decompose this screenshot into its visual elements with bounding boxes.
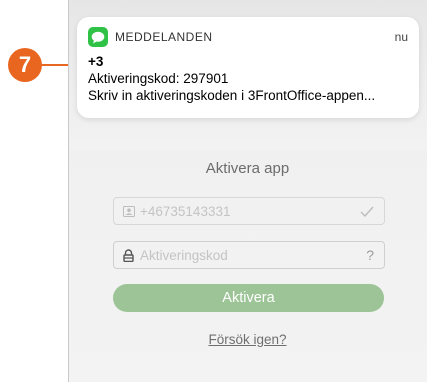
notification-time: nu bbox=[394, 30, 408, 44]
retry-link[interactable]: Försök igen? bbox=[68, 332, 427, 347]
screenshot-stage: 7 MEDDELANDEN nu +3 Aktiveringskod: 2979… bbox=[0, 0, 427, 382]
activate-button[interactable]: Aktivera bbox=[113, 284, 384, 312]
activation-code-placeholder: Aktiveringskod bbox=[140, 247, 228, 263]
activation-code-field[interactable]: Aktiveringskod ? bbox=[113, 241, 385, 269]
page-title: Aktivera app bbox=[205, 160, 290, 177]
notification-app-name: MEDDELANDEN bbox=[115, 30, 213, 44]
checkmark-icon bbox=[360, 206, 374, 217]
notification-instruction-line: Skriv in aktiveringskoden i 3FrontOffice… bbox=[88, 88, 376, 103]
lock-icon bbox=[123, 248, 135, 262]
notification-code-line: Aktiveringskod: 297901 bbox=[88, 71, 229, 86]
phone-number-value: +46735143331 bbox=[140, 203, 231, 219]
notification-sender: +3 bbox=[88, 54, 104, 69]
phone-number-field[interactable]: +46735143331 bbox=[113, 197, 385, 225]
contact-card-icon bbox=[123, 205, 135, 217]
message-notification[interactable]: MEDDELANDEN nu +3 Aktiveringskod: 297901… bbox=[77, 17, 419, 118]
help-icon[interactable]: ? bbox=[366, 247, 374, 263]
messages-icon bbox=[88, 27, 108, 47]
callout-badge: 7 bbox=[8, 48, 42, 82]
callout-number: 7 bbox=[18, 52, 32, 77]
notification-header: MEDDELANDEN nu bbox=[88, 26, 408, 48]
